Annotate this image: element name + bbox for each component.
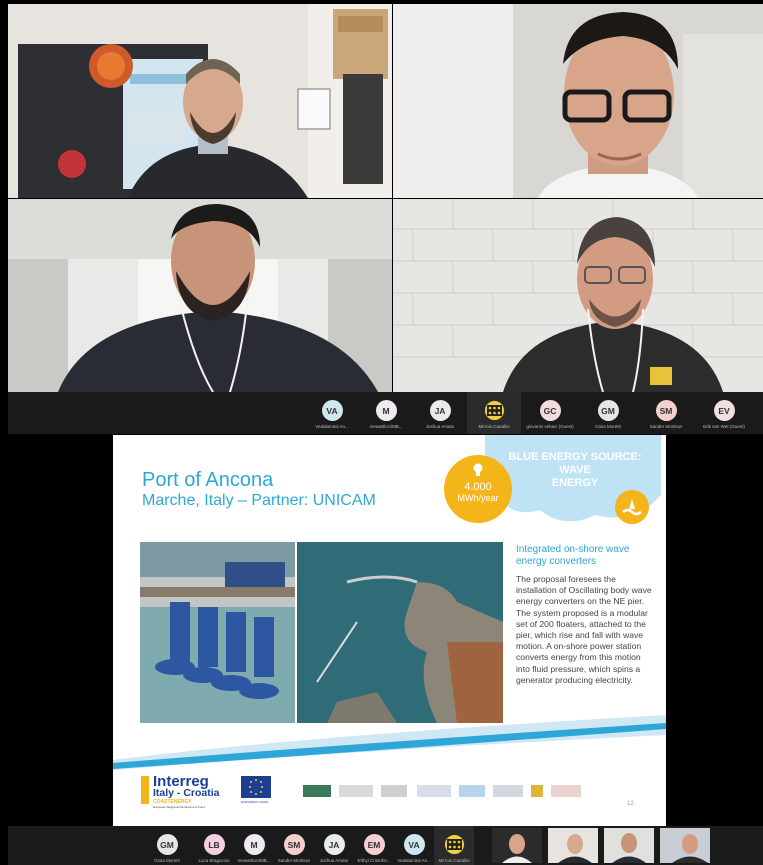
participant-name: Luca Bragoccio: [198, 858, 230, 863]
logo-avatar-icon: [443, 834, 465, 855]
participant-thumb[interactable]: LB Luca Bragoccio: [194, 826, 234, 865]
avatar: GC: [539, 400, 561, 421]
logo-grid-icon: [486, 405, 502, 416]
interreg-logo: Interreg Italy - Croatia COASTENERGY Eur…: [141, 772, 237, 810]
participant-name: Sander Moritsus: [277, 858, 311, 863]
participant-thumb[interactable]: M mewatt/UniMB...: [359, 392, 413, 434]
wave-energy-icon: [615, 490, 649, 524]
avatar: M: [243, 834, 265, 855]
participant-thumb[interactable]: Mirrois Canalini: [467, 392, 521, 434]
participant-thumb[interactable]: Mirrois Canalini: [434, 826, 474, 865]
avatar: GM: [156, 834, 178, 855]
video-tile-participant-3[interactable]: [8, 199, 392, 392]
participant-thumb[interactable]: VA Vedalamitol An...: [305, 392, 359, 434]
participant-name: Vedalamitol An...: [397, 858, 431, 863]
participant-thumb[interactable]: EV Erik van Wet (Guest): [695, 392, 753, 434]
partner-logo-icon: [339, 785, 373, 797]
video-thumb[interactable]: [660, 828, 710, 863]
avatar: EM: [363, 834, 385, 855]
partner-logo-icon: [417, 785, 451, 797]
avatar: VA: [403, 834, 425, 855]
logo-avatar-icon: [483, 400, 505, 421]
participant-strip-top: VA Vedalamitol An... M mewatt/UniMB... J…: [8, 392, 763, 434]
participant-thumb[interactable]: EM Efthyi Cristofor...: [354, 826, 394, 865]
participant-thumb[interactable]: JA Joshua Amato: [314, 826, 354, 865]
shared-slide: BLUE ENERGY SOURCE: WAVE ENERGY 4.000 MW…: [113, 435, 666, 826]
participant-name: Vedalamitol An...: [315, 424, 349, 429]
video-tile-participant-1[interactable]: [8, 4, 392, 198]
participant-thumb[interactable]: GM Gioia Moretti: [140, 826, 194, 865]
video-thumb[interactable]: [604, 828, 654, 863]
energy-unit: MWh/year: [457, 493, 499, 503]
partner-logo-icon: [303, 785, 331, 797]
wave-converter-photo: [140, 542, 295, 723]
participant-name: Gioia Moretti: [595, 424, 621, 429]
participant-name: Erik van Wet (Guest): [703, 424, 745, 429]
slide-subtitle: Marche, Italy – Partner: UNICAM: [142, 492, 376, 509]
page-number: 12: [627, 801, 634, 807]
avatar: EV: [713, 400, 735, 421]
participant-name: mewatt/UniMB...: [237, 858, 271, 863]
video-grid: [8, 4, 763, 392]
participant-name: Mirrois Canalini: [478, 424, 510, 429]
eu-label: EUROPEAN UNION: [241, 800, 269, 804]
participant-name: Gioia Moretti: [154, 858, 180, 863]
avatar: SM: [283, 834, 305, 855]
video-thumb[interactable]: [492, 828, 542, 863]
port-aerial-photo: [297, 542, 503, 723]
partner-logo-icon: [381, 785, 407, 797]
slide-title: Port of Ancona: [142, 469, 274, 491]
avatar: JA: [429, 400, 451, 421]
decorative-wave: [113, 715, 666, 770]
participant-name: mewatt/UniMB...: [369, 424, 403, 429]
participant-name: Efthyi Cristofor...: [357, 858, 391, 863]
video-feed-3: [8, 199, 392, 392]
participant-thumb[interactable]: SM Sander Moritsus: [637, 392, 695, 434]
energy-source-label: BLUE ENERGY SOURCE: WAVE ENERGY: [508, 451, 642, 489]
participant-thumb[interactable]: GC giovanni sehaci (Guest): [521, 392, 579, 434]
description-text: The proposal foresees the installation o…: [516, 574, 652, 685]
participant-name: Joshua Amato: [425, 424, 455, 429]
participant-name: Mirrois Canalini: [438, 858, 470, 863]
video-feed-4: [393, 199, 763, 392]
participant-thumb[interactable]: SM Sander Moritsus: [274, 826, 314, 865]
partner-logo-icon: [459, 785, 485, 797]
energy-output-badge: 4.000 MWh/year: [444, 455, 512, 523]
video-feed-1: [8, 4, 392, 198]
avatar: LB: [203, 834, 225, 855]
video-feed-2: [393, 4, 763, 198]
video-thumb[interactable]: [548, 828, 598, 863]
description-heading: Integrated on-shore wave energy converte…: [516, 544, 630, 567]
partner-logo-icon: [493, 785, 523, 797]
avatar: VA: [321, 400, 343, 421]
participant-name: Sander Moritsus: [649, 424, 683, 429]
video-tile-participant-4[interactable]: [393, 199, 763, 392]
participant-name: Joshua Amato: [319, 858, 349, 863]
avatar: M: [375, 400, 397, 421]
participant-name: giovanni sehaci (Guest): [526, 424, 574, 429]
video-tile-participant-2[interactable]: [393, 4, 763, 198]
avatar: SM: [655, 400, 677, 421]
lightbulb-icon: [473, 463, 483, 476]
participant-thumb[interactable]: M mewatt/UniMB...: [234, 826, 274, 865]
energy-value: 4.000: [464, 481, 492, 493]
eu-flag-icon: [241, 776, 271, 798]
participant-thumb[interactable]: VA Vedalamitol An...: [394, 826, 434, 865]
avatar: GM: [597, 400, 619, 421]
slide-footer: Interreg Italy - Croatia COASTENERGY Eur…: [141, 772, 641, 812]
partner-logo-icon: [551, 785, 581, 797]
avatar: JA: [323, 834, 345, 855]
participant-thumb[interactable]: GM Gioia Moretti: [579, 392, 637, 434]
participant-thumb[interactable]: JA Joshua Amato: [413, 392, 467, 434]
participant-strip-bottom: GM Gioia Moretti LB Luca Bragoccio M mew…: [8, 826, 763, 865]
partner-logo-icon: [531, 785, 543, 797]
